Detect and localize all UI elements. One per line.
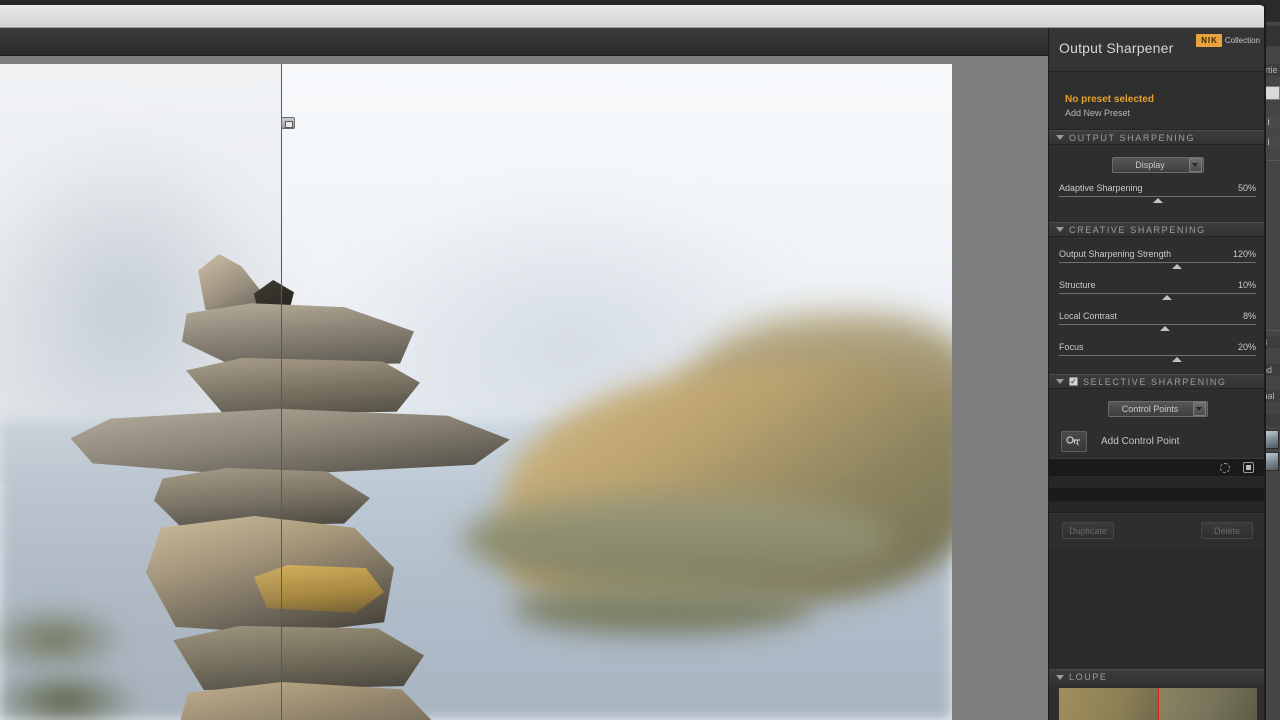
rock-4-long-slab [70,408,510,476]
section-header-output-sharpening[interactable]: OUTPUT SHARPENING [1049,130,1266,145]
rock-2 [182,303,414,366]
slider-label: Adaptive Sharpening [1059,183,1143,193]
list-item[interactable] [1049,489,1266,501]
loupe-sharpened-half [1158,688,1257,720]
slider-output-sharpening-strength[interactable]: Output Sharpening Strength 120% [1059,249,1256,271]
chevron-down-icon [1056,135,1064,140]
chevron-down-icon [1056,227,1064,232]
slider-thumb[interactable] [1160,326,1171,331]
canvas-area[interactable] [0,56,1048,720]
slider-track[interactable] [1059,355,1256,356]
section-title-creative-sharpening: CREATIVE SHARPENING [1069,224,1206,235]
control-point-rows [1049,477,1266,513]
nik-collection-label: Collection [1224,36,1260,45]
slider-label: Local Contrast [1059,311,1118,321]
list-item[interactable] [1049,477,1266,489]
group-points-icon[interactable] [1220,463,1230,473]
split-divider-line[interactable] [281,64,282,720]
add-control-point-row[interactable]: Add Control Point [1049,427,1266,458]
output-device-value: Display [1135,160,1165,170]
slider-adaptive-sharpening[interactable]: Adaptive Sharpening 50% [1059,183,1256,205]
photo-cairn-stack [58,254,528,720]
photo-shoreline-near [512,584,812,634]
selective-sharpening-checkbox[interactable]: ✓ [1069,377,1078,386]
section-title-loupe: LOUPE [1069,672,1108,682]
image-toolbar: Sharpened Image [0,28,1048,78]
slider-track[interactable] [1059,324,1256,325]
add-new-preset-link[interactable]: Add New Preset [1065,108,1130,118]
show-selection-icon[interactable] [1243,462,1254,473]
section-body-output-sharpening: Display Adaptive Sharpening 50% [1049,145,1266,222]
slider-track[interactable] [1059,196,1256,197]
add-control-point-button[interactable] [1061,431,1087,452]
nik-badge: NIK [1196,34,1222,47]
chevron-down-icon [1188,158,1202,172]
slider-value: 120% [1232,249,1256,259]
slider-thumb[interactable] [1172,264,1183,269]
delete-button[interactable]: Delete [1201,522,1253,539]
section-header-loupe[interactable]: LOUPE [1049,669,1266,684]
chevron-down-icon [1192,402,1206,416]
add-control-point-label: Add Control Point [1101,436,1180,447]
rock-7 [173,626,424,690]
loupe-original-half [1059,688,1158,720]
settings-panel: Output Sharpener NIK Collection No prese… [1048,28,1266,720]
slider-track[interactable] [1059,262,1256,263]
slider-focus[interactable]: Focus 20% [1059,342,1256,364]
rock-3 [186,358,420,414]
slider-thumb[interactable] [1172,357,1183,362]
panel-empty-space [1049,547,1266,687]
panel-header: Output Sharpener NIK Collection [1049,28,1266,72]
chevron-down-icon [1056,379,1064,384]
slider-label: Structure [1059,280,1096,290]
window-titlebar[interactable] [0,5,1266,28]
section-title-output-sharpening: OUTPUT SHARPENING [1069,132,1196,143]
slider-thumb[interactable] [1162,295,1173,300]
slider-value: 50% [1237,183,1256,193]
slider-label: Output Sharpening Strength [1059,249,1172,259]
nik-collection-logo: NIK Collection [1196,34,1260,47]
selective-method-dropdown[interactable]: Control Points [1107,401,1208,417]
slider-value: 8% [1242,311,1256,321]
photo-cairn-lake [0,64,952,720]
control-point-list[interactable] [1049,458,1266,513]
section-header-selective-sharpening[interactable]: ✓ SELECTIVE SHARPENING [1049,374,1266,389]
slider-thumb[interactable] [1152,198,1163,203]
duplicate-button[interactable]: Duplicate [1062,522,1114,539]
rock-1 [198,254,260,310]
section-header-creative-sharpening[interactable]: CREATIVE SHARPENING [1049,222,1266,237]
image-preview[interactable] [0,64,952,720]
loupe-split-line [1158,688,1159,720]
slider-structure[interactable]: Structure 10% [1059,280,1256,302]
control-point-actions: Duplicate Delete [1049,513,1266,547]
preset-status: No preset selected [1065,94,1154,105]
preset-area: No preset selected Add New Preset [1049,72,1266,130]
slider-track[interactable] [1059,293,1256,294]
slider-label: Focus [1059,342,1084,352]
slider-value: 10% [1237,280,1256,290]
split-divider-handle[interactable] [281,117,295,129]
plugin-window: Sharpened Image [0,0,1266,720]
page-title: Output Sharpener [1059,40,1174,56]
list-item[interactable] [1049,501,1266,513]
control-point-icon [1066,436,1080,446]
control-point-list-header [1049,459,1266,477]
slider-value: 20% [1237,342,1256,352]
section-body-creative-sharpening: Output Sharpening Strength 120% Structur… [1049,237,1266,374]
loupe-preview[interactable] [1059,688,1257,720]
selective-method-value: Control Points [1121,404,1179,414]
section-title-selective-sharpening: SELECTIVE SHARPENING [1083,376,1227,387]
loupe-body [1049,684,1266,720]
window-right-edge [1264,5,1266,720]
loupe-section: LOUPE [1049,669,1266,720]
output-device-dropdown[interactable]: Display [1111,157,1204,173]
section-body-selective-sharpening: Control Points Add Control Point Duplica… [1049,389,1266,547]
slider-local-contrast[interactable]: Local Contrast 8% [1059,311,1256,333]
chevron-down-icon [1056,674,1064,680]
